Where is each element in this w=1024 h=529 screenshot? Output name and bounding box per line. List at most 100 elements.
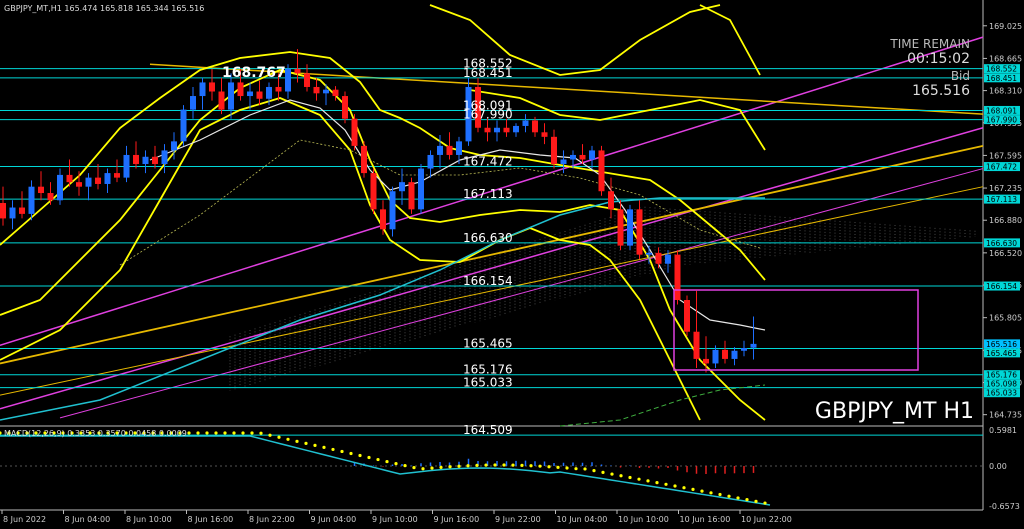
signal-dot	[232, 431, 236, 435]
level-label: 166.630	[463, 231, 513, 245]
level-label: 167.113	[463, 187, 513, 201]
candle-body	[380, 209, 386, 230]
time-remain-label: TIME REMAIN	[889, 37, 970, 51]
signal-dot	[349, 451, 353, 456]
signal-dot	[529, 464, 533, 468]
time-tick-label: 10 Jun 10:00	[618, 515, 669, 524]
candle-body	[731, 350, 738, 359]
candle-body	[712, 349, 719, 364]
candle-body	[256, 91, 263, 99]
candle-body	[627, 209, 633, 246]
price-tick-label: 164.735	[989, 411, 1022, 420]
signal-dot	[457, 464, 461, 468]
signal-dot	[340, 449, 344, 454]
price-tick-label: 168.665	[989, 54, 1022, 63]
signal-dot	[421, 467, 425, 471]
level-tag: 165.098	[986, 380, 1017, 389]
candle-body	[152, 156, 158, 165]
signal-dot	[223, 431, 227, 435]
signal-dot	[700, 489, 704, 493]
signal-dot	[502, 463, 506, 467]
signal-dot	[448, 465, 452, 469]
candle-body	[608, 191, 614, 210]
candle-body	[332, 89, 339, 97]
time-tick-label: 8 Jun 10:00	[126, 515, 172, 524]
candle-body	[19, 207, 25, 214]
bid-value: 165.516	[912, 83, 970, 99]
level-label: 167.472	[463, 155, 513, 169]
signal-dot	[610, 472, 614, 476]
signal-dot	[358, 453, 362, 458]
signal-dot	[556, 465, 560, 469]
signal-dot	[763, 501, 767, 505]
candle-body	[342, 96, 348, 119]
macd-tick-label: 0.00	[989, 462, 1007, 471]
candle-body	[741, 348, 747, 351]
time-tick-label: 10 Jun 22:00	[741, 515, 792, 524]
candle-body	[446, 145, 453, 155]
candle-body	[0, 203, 6, 219]
time-remain-value: 00:15:02	[907, 51, 970, 67]
signal-dot	[286, 437, 290, 441]
high-price-label: 168.767	[222, 65, 286, 81]
signal-dot	[709, 491, 713, 495]
candle-body	[171, 141, 177, 151]
level-label: 165.033	[463, 376, 513, 390]
signal-dot	[277, 435, 281, 439]
candle-body	[275, 86, 282, 92]
signal-dot	[367, 455, 371, 460]
candle-body	[617, 209, 624, 246]
signal-dot	[538, 464, 542, 468]
candle-body	[199, 82, 206, 97]
candle-body	[541, 132, 548, 137]
price-tick-label: 167.235	[989, 184, 1022, 193]
candle-body	[513, 125, 519, 133]
candle-body	[532, 120, 538, 133]
signal-dot	[394, 462, 398, 466]
candle-body	[570, 154, 576, 160]
level-label: 167.990	[463, 108, 513, 122]
level-tag: 166.154	[986, 282, 1017, 291]
candle-body	[456, 141, 462, 155]
signal-dot	[646, 479, 650, 483]
candle-body	[503, 127, 510, 133]
candle-body	[313, 86, 320, 94]
signal-dot	[655, 480, 659, 485]
time-tick-label: 8 Jun 16:00	[188, 515, 234, 524]
candle-body	[161, 150, 168, 165]
signal-dot	[466, 464, 470, 468]
candle-body	[389, 191, 396, 230]
candle-body	[655, 252, 662, 264]
candle-body	[228, 82, 234, 110]
candle-body	[579, 154, 586, 160]
signal-dot	[196, 431, 200, 435]
price-tick-label: 168.310	[989, 87, 1022, 96]
candle-body	[560, 159, 567, 165]
candle-body	[85, 177, 92, 187]
level-tag: 165.176	[986, 371, 1017, 380]
signal-dot	[754, 499, 758, 503]
macd-header: MACD(12,26,9) 0.3353 0.3570 0.0458 0.000…	[4, 429, 187, 438]
signal-dot	[430, 466, 434, 470]
level-label: 165.176	[463, 363, 513, 377]
candle-body	[750, 343, 757, 348]
candle-body	[399, 182, 405, 192]
signal-dot	[214, 431, 218, 435]
signal-dot	[637, 477, 641, 481]
signal-dot	[547, 465, 551, 469]
signal-dot	[583, 467, 587, 471]
time-tick-label: 9 Jun 22:00	[495, 515, 541, 524]
signal-dot	[565, 466, 569, 470]
candle-body	[351, 118, 358, 146]
signal-dot	[592, 469, 596, 473]
time-tick-label: 9 Jun 04:00	[311, 515, 357, 524]
candle-body	[76, 182, 82, 187]
level-tag: 165.516	[986, 340, 1017, 349]
chart-canvas[interactable]: 168.552168.451168.091167.990167.472167.1…	[0, 0, 1024, 529]
candle-body	[218, 91, 225, 110]
signal-dot	[484, 463, 488, 467]
candle-body	[9, 207, 16, 219]
signal-dot	[493, 463, 497, 467]
signal-dot	[574, 467, 578, 471]
candle-body	[104, 173, 111, 184]
